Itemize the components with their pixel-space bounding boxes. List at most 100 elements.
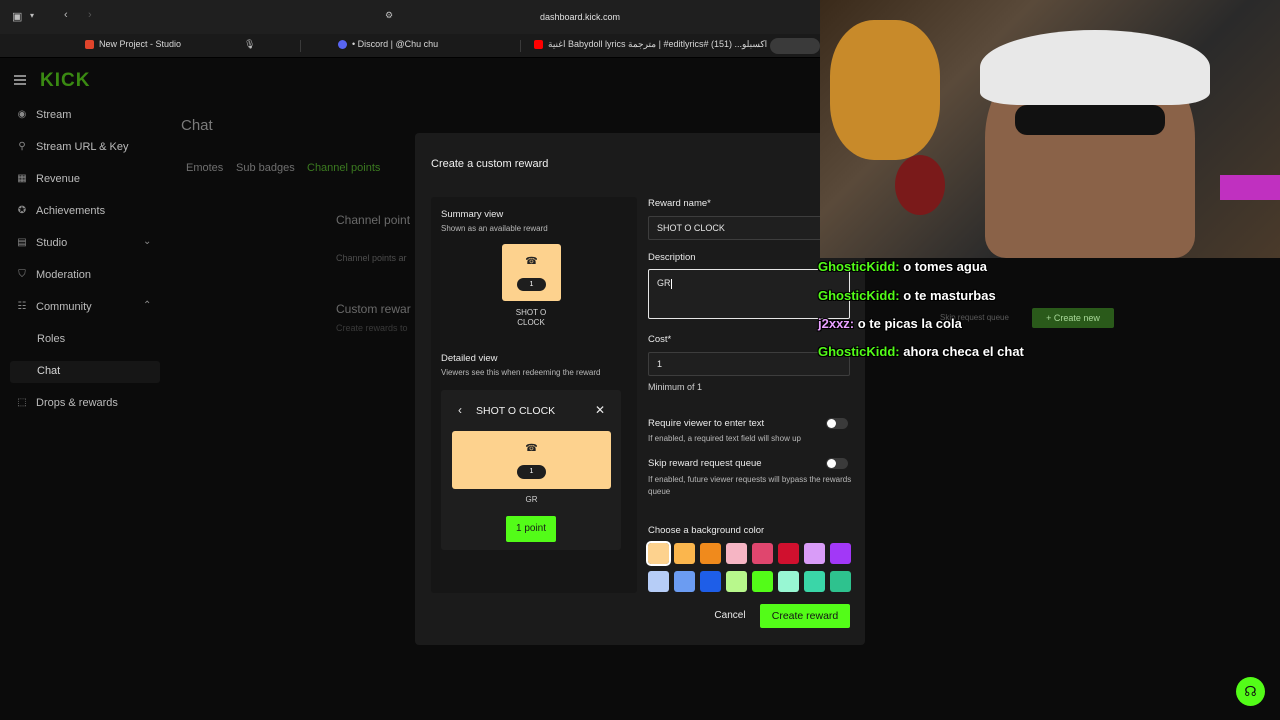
summary-tile-cost: 1 — [517, 278, 546, 291]
detailed-header-name: SHOT O CLOCK — [476, 405, 556, 417]
color-swatch[interactable] — [700, 571, 721, 592]
chevron-left-icon[interactable]: ‹ — [458, 403, 462, 417]
summary-view-title: Summary view — [441, 209, 504, 220]
color-swatch[interactable] — [830, 571, 851, 592]
sidebar-item-stream[interactable]: ◉ Stream — [16, 109, 72, 121]
chevron-up-icon[interactable]: ⌃ — [143, 300, 151, 311]
browser-tab-studio[interactable]: New Project - Studio — [85, 39, 181, 49]
back-icon[interactable]: ‹ — [64, 9, 68, 21]
skip-queue-toggle[interactable] — [826, 458, 848, 469]
custom-rewards-heading: Custom rewar — [336, 302, 411, 316]
trophy-icon: ✪ — [17, 205, 27, 216]
stream-chat-line: GhosticKidd: o te masturbas — [818, 288, 996, 303]
shield-icon: ⛉ — [18, 269, 26, 280]
color-swatch[interactable] — [752, 571, 773, 592]
sidebar-item-revenue[interactable]: ▦ Revenue — [16, 173, 80, 185]
new-tab-button[interactable] — [770, 38, 820, 54]
redeem-points-button[interactable]: 1 point — [506, 516, 556, 542]
chevron-down-icon[interactable]: ▾ — [30, 11, 34, 20]
text-cursor — [670, 278, 672, 289]
key-icon: ⚲ — [18, 141, 26, 152]
tab-sub-badges[interactable]: Sub badges — [236, 162, 295, 174]
summary-tile-name: SHOT O CLOCK — [515, 308, 547, 327]
color-swatch[interactable] — [648, 571, 669, 592]
color-swatch[interactable] — [830, 543, 851, 564]
stream-chat-line: GhosticKidd: o tomes agua — [818, 259, 988, 274]
color-swatch[interactable] — [804, 543, 825, 564]
color-swatch[interactable] — [778, 571, 799, 592]
summary-reward-tile: ☎ 1 — [502, 244, 561, 301]
sidebar-toggle-icon[interactable]: ▣ — [12, 10, 22, 23]
tab-emotes[interactable]: Emotes — [186, 162, 223, 174]
people-icon: ☷ — [17, 301, 27, 312]
studio-icon: ▤ — [17, 237, 27, 248]
color-swatch[interactable] — [646, 541, 671, 566]
reward-name-label: Reward name* — [648, 198, 711, 209]
youtube-favicon-icon — [534, 40, 543, 49]
sidebar-item-studio[interactable]: ▤ Studio — [16, 237, 67, 249]
sidebar-item-stream-url[interactable]: ⚲ Stream URL & Key — [16, 141, 128, 153]
discord-favicon-icon — [338, 39, 347, 49]
detailed-reward-tile: ☎ 1 — [452, 431, 611, 489]
color-swatch[interactable] — [674, 543, 695, 564]
sidebar-item-moderation[interactable]: ⛉ Moderation — [16, 269, 91, 281]
streamer-glasses — [1015, 105, 1165, 135]
studio-favicon-icon — [85, 39, 94, 49]
modal-title: Create a custom reward — [431, 158, 549, 170]
microphone-icon: 🎙 — [244, 39, 256, 49]
require-text-toggle[interactable] — [826, 418, 848, 429]
cancel-button[interactable]: Cancel — [707, 605, 753, 627]
channel-points-heading: Channel point — [336, 213, 411, 227]
detailed-view-subtitle: Viewers see this when redeeming the rewa… — [441, 368, 601, 377]
description-label: Description — [648, 252, 696, 263]
tab-channel-points[interactable]: Channel points — [307, 162, 380, 174]
kick-logo[interactable]: KICK — [40, 70, 90, 92]
detailed-description: GR — [525, 495, 538, 504]
create-new-button[interactable]: + Create new — [1032, 308, 1114, 328]
gift-box-icon: ☎ — [525, 443, 538, 454]
skip-queue-label: Skip reward request queue — [648, 458, 762, 469]
sidebar-item-achievements[interactable]: ✪ Achievements — [16, 205, 105, 217]
plush-toy — [830, 20, 940, 160]
stream-chat-line: GhosticKidd: ahora checa el chat — [818, 344, 1024, 359]
sidebar-item-drops[interactable]: ⬚ Drops & rewards — [16, 397, 118, 409]
gift-box-icon: ☎ — [525, 256, 538, 267]
address-bar[interactable]: dashboard.kick.com — [540, 12, 620, 22]
revenue-icon: ▦ — [17, 173, 27, 184]
page-title: Chat — [181, 117, 213, 134]
menu-icon[interactable] — [14, 75, 26, 87]
detailed-tile-cost: 1 — [517, 465, 546, 479]
color-swatch[interactable] — [752, 543, 773, 564]
webcam-overlay — [820, 0, 1280, 258]
forward-icon[interactable]: › — [88, 9, 92, 21]
cost-hint: Minimum of 1 — [648, 382, 703, 392]
summary-view-subtitle: Shown as an available reward — [441, 224, 548, 233]
chevron-down-icon[interactable]: ⌄ — [143, 236, 151, 247]
custom-rewards-desc: Create rewards to — [336, 323, 408, 333]
color-swatch[interactable] — [726, 543, 747, 564]
require-text-hint: If enabled, a required text field will s… — [648, 434, 801, 443]
color-swatch[interactable] — [674, 571, 695, 592]
browser-tab-discord[interactable]: • Discord | @Chu chu — [338, 39, 438, 49]
color-swatch[interactable] — [778, 543, 799, 564]
detailed-view-title: Detailed view — [441, 353, 498, 364]
channel-points-desc: Channel points ar — [336, 253, 407, 263]
skip-queue-hint: If enabled, future viewer requests will … — [648, 475, 852, 496]
close-icon[interactable]: ✕ — [595, 403, 605, 417]
create-reward-button[interactable]: Create reward — [760, 604, 850, 628]
site-settings-icon[interactable]: ⚙ — [385, 10, 393, 21]
streamer-cap — [980, 30, 1210, 105]
neon-sign — [1220, 175, 1280, 200]
sidebar-item-chat[interactable]: Chat — [37, 365, 60, 377]
color-swatch[interactable] — [804, 571, 825, 592]
support-headset-icon[interactable]: ☊ — [1236, 677, 1265, 706]
color-swatch[interactable] — [700, 543, 721, 564]
sidebar-active-highlight — [10, 361, 160, 383]
sidebar-item-community[interactable]: ☷ Community — [16, 301, 92, 313]
bg-color-label: Choose a background color — [648, 525, 765, 536]
gift-icon: ⬚ — [17, 397, 27, 408]
color-swatch[interactable] — [726, 571, 747, 592]
sidebar-item-roles[interactable]: Roles — [37, 333, 65, 345]
browser-tab-youtube[interactable]: اغنية Babydoll lyrics مترجمة | #editlyri… — [534, 39, 767, 50]
sidebar — [0, 58, 165, 720]
